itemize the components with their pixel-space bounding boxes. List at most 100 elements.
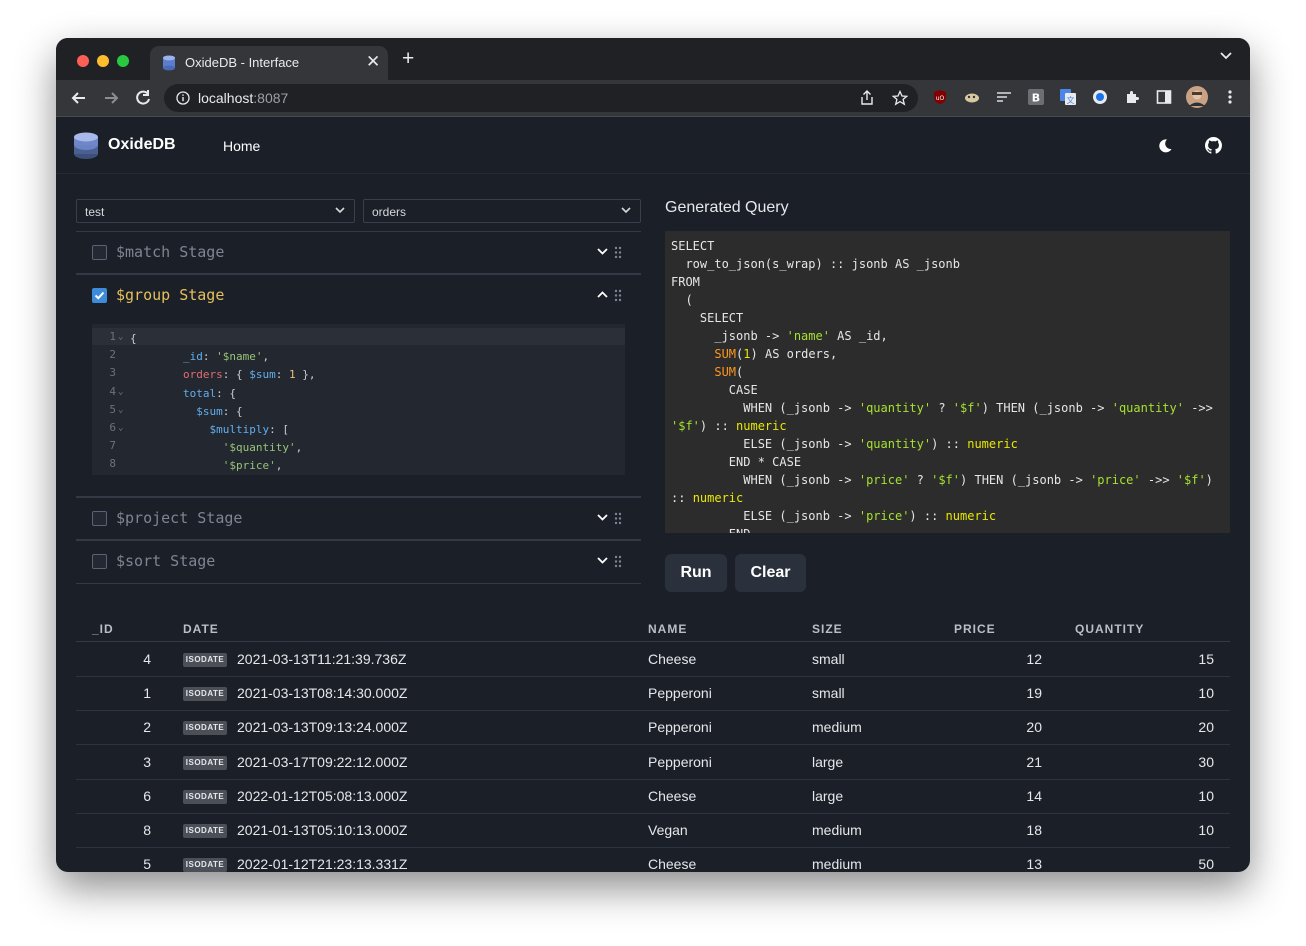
collection-select-value: orders xyxy=(372,205,407,219)
cell-price: 21 xyxy=(1026,754,1042,770)
table-row[interactable]: 5 ISODATE 2022-01-12T21:23:13.331Z Chees… xyxy=(76,847,1230,872)
extensions-puzzle-icon[interactable] xyxy=(1124,89,1140,105)
table-row[interactable]: 3 ISODATE 2021-03-17T09:22:12.000Z Peppe… xyxy=(76,745,1230,780)
group-stage-code-editor[interactable]: 1 2 3 4 5 6 7 8 ⌄ ⌄ ⌄ ⌄ { _id: '$name', … xyxy=(92,324,625,475)
drag-handle-icon[interactable] xyxy=(614,555,622,568)
cell-quantity: 10 xyxy=(1198,788,1214,804)
cell-price: 13 xyxy=(1026,856,1042,872)
extension-cloud-icon[interactable] xyxy=(964,89,980,105)
cell-size: medium xyxy=(812,719,862,735)
chevron-down-icon[interactable] xyxy=(597,248,608,255)
profile-avatar[interactable] xyxy=(1186,86,1208,108)
cell-name: Cheese xyxy=(648,651,697,667)
cell-id: 2 xyxy=(143,719,151,735)
tab-search-chevron-icon[interactable] xyxy=(1220,52,1232,60)
line-number: 7 xyxy=(109,439,116,452)
drag-handle-icon[interactable] xyxy=(614,246,622,259)
database-select[interactable]: test xyxy=(76,199,355,223)
translate-extension-icon[interactable]: 文 xyxy=(1060,89,1076,105)
column-header-price[interactable]: PRICE xyxy=(954,622,996,636)
browser-tab[interactable]: OxideDB - Interface ✕ xyxy=(150,46,388,80)
ublock-extension-icon[interactable]: uO xyxy=(932,89,948,105)
bookmark-star-icon[interactable] xyxy=(892,90,908,106)
column-header-name[interactable]: NAME xyxy=(648,622,687,636)
address-bar[interactable]: localhost:8087 xyxy=(164,84,918,112)
collection-select[interactable]: orders xyxy=(363,199,641,223)
stage-match[interactable]: $match Stage xyxy=(76,231,641,274)
stage-project-checkbox[interactable] xyxy=(92,511,107,526)
isodate-badge: ISODATE xyxy=(183,687,227,701)
cell-size: small xyxy=(812,651,845,667)
reload-icon[interactable] xyxy=(132,87,154,109)
line-number: 5 xyxy=(109,403,116,416)
run-button[interactable]: Run xyxy=(665,554,727,592)
column-header-size[interactable]: SIZE xyxy=(812,622,843,636)
close-tab-icon[interactable]: ✕ xyxy=(366,52,380,72)
share-icon[interactable] xyxy=(860,90,874,106)
extension-b-icon[interactable]: B xyxy=(1028,89,1044,105)
chevron-down-icon[interactable] xyxy=(597,514,608,521)
chevron-down-icon xyxy=(621,207,631,214)
cell-name: Cheese xyxy=(648,856,697,872)
table-row[interactable]: 6 ISODATE 2022-01-12T05:08:13.000Z Chees… xyxy=(76,779,1230,814)
stage-sort[interactable]: $sort Stage xyxy=(76,539,641,584)
info-icon[interactable] xyxy=(176,91,190,105)
stage-group-checkbox[interactable] xyxy=(92,288,107,303)
stage-match-checkbox[interactable] xyxy=(92,245,107,260)
column-header-quantity[interactable]: QUANTITY xyxy=(1075,622,1144,636)
github-icon[interactable] xyxy=(1205,137,1222,154)
oxidedb-logo-icon[interactable] xyxy=(73,132,99,160)
line-number: 4 xyxy=(109,385,116,398)
extension-lines-icon[interactable] xyxy=(996,89,1012,105)
zoom-window-button[interactable] xyxy=(117,55,129,67)
tab-title: OxideDB - Interface xyxy=(185,55,300,70)
column-header-id[interactable]: _ID xyxy=(92,622,114,636)
dark-mode-moon-icon[interactable] xyxy=(1157,138,1173,154)
cell-date: 2022-01-12T21:23:13.331Z xyxy=(237,856,408,872)
drag-handle-icon[interactable] xyxy=(614,289,622,302)
drag-handle-icon[interactable] xyxy=(614,512,622,525)
new-tab-icon[interactable]: + xyxy=(402,48,414,69)
side-panel-icon[interactable] xyxy=(1156,89,1172,105)
cell-quantity: 10 xyxy=(1198,685,1214,701)
table-row[interactable]: 1 ISODATE 2021-03-13T08:14:30.000Z Peppe… xyxy=(76,676,1230,711)
stage-project[interactable]: $project Stage xyxy=(76,496,641,540)
cell-quantity: 10 xyxy=(1198,822,1214,838)
brand-name[interactable]: OxideDB xyxy=(108,136,176,154)
close-window-button[interactable] xyxy=(77,55,89,67)
browser-menu-icon[interactable] xyxy=(1222,89,1238,105)
isodate-badge: ISODATE xyxy=(183,721,227,735)
fold-chevron-icon[interactable]: ⌄ xyxy=(118,387,123,397)
minimize-window-button[interactable] xyxy=(97,55,109,67)
isodate-badge: ISODATE xyxy=(183,653,227,667)
cell-size: small xyxy=(812,685,845,701)
column-header-date[interactable]: DATE xyxy=(183,622,219,636)
chevron-up-icon[interactable] xyxy=(597,291,608,298)
generated-query-code[interactable]: SELECT row_to_json(s_wrap) :: jsonb AS _… xyxy=(665,231,1230,533)
chevron-down-icon[interactable] xyxy=(597,557,608,564)
back-arrow-icon[interactable] xyxy=(68,87,90,109)
cell-id: 1 xyxy=(143,685,151,701)
clear-button[interactable]: Clear xyxy=(735,554,806,592)
chevron-down-icon xyxy=(335,207,345,214)
fold-chevron-icon[interactable]: ⌄ xyxy=(118,405,123,415)
fold-chevron-icon[interactable]: ⌄ xyxy=(118,423,123,433)
isodate-badge: ISODATE xyxy=(183,756,227,770)
table-row[interactable]: 2 ISODATE 2021-03-13T09:13:24.000Z Peppe… xyxy=(76,710,1230,745)
cell-name: Pepperoni xyxy=(648,685,712,701)
browser-toolbar: localhost:8087 uO B 文 xyxy=(56,80,1250,117)
nav-home-link[interactable]: Home xyxy=(223,138,260,154)
extension-circle-icon[interactable] xyxy=(1092,89,1108,105)
cell-name: Pepperoni xyxy=(648,754,712,770)
table-row[interactable]: 4 ISODATE 2021-03-13T11:21:39.736Z Chees… xyxy=(76,642,1230,677)
url-text: localhost:8087 xyxy=(198,90,288,106)
table-row[interactable]: 8 ISODATE 2021-01-13T05:10:13.000Z Vegan… xyxy=(76,813,1230,848)
forward-arrow-icon[interactable] xyxy=(100,87,122,109)
url-port: :8087 xyxy=(253,90,289,106)
svg-text:B: B xyxy=(1032,92,1040,105)
cell-quantity: 30 xyxy=(1198,754,1214,770)
stage-sort-checkbox[interactable] xyxy=(92,554,107,569)
fold-chevron-icon[interactable]: ⌄ xyxy=(118,332,123,342)
line-number: 6 xyxy=(109,421,116,434)
line-number: 2 xyxy=(109,348,116,361)
